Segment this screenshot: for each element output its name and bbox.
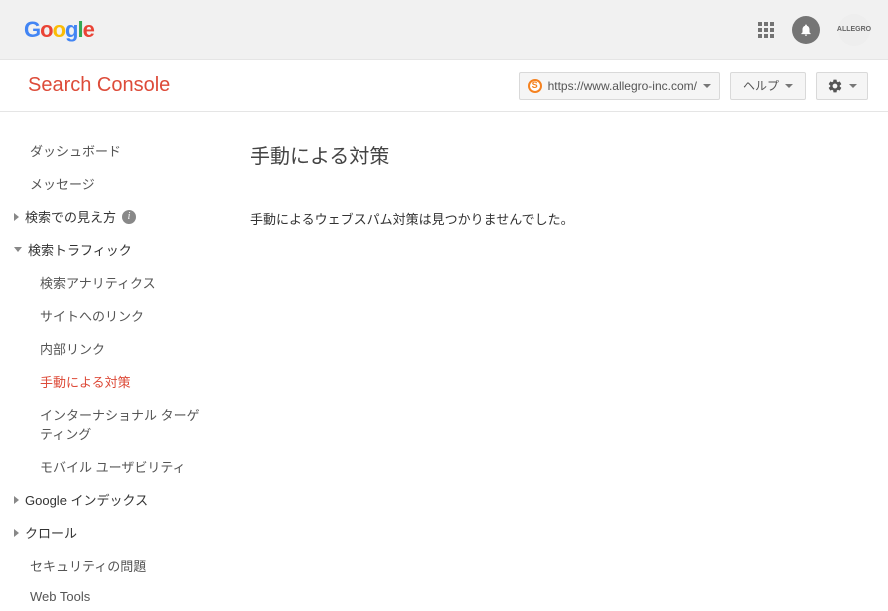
page-message: 手動によるウェブスパム対策は見つかりませんでした。 (250, 209, 858, 228)
chevron-right-icon (14, 529, 19, 537)
gear-icon (827, 78, 843, 94)
sidebar-item-web-tools[interactable]: Web Tools (0, 582, 220, 611)
chevron-right-icon (14, 213, 19, 221)
site-selector[interactable]: S https://www.allegro-inc.com/ (519, 72, 720, 100)
sidebar-item-links-to-site[interactable]: サイトへのリンク (0, 299, 220, 332)
sidebar: ダッシュボード メッセージ 検索での見え方 i 検索トラフィック 検索アナリティ… (0, 112, 220, 611)
sidebar-item-messages[interactable]: メッセージ (0, 167, 220, 200)
chevron-down-icon (785, 84, 793, 88)
sidebar-item-manual-actions[interactable]: 手動による対策 (0, 365, 220, 398)
sidebar-item-dashboard[interactable]: ダッシュボード (0, 134, 220, 167)
site-favicon-icon: S (528, 79, 542, 93)
sidebar-item-internal-links[interactable]: 内部リンク (0, 332, 220, 365)
sidebar-item-intl-targeting[interactable]: インターナショナル ターゲティング (0, 398, 220, 450)
google-logo[interactable]: Google (24, 17, 94, 43)
chevron-down-icon (849, 84, 857, 88)
avatar[interactable]: ALLEGRO (838, 14, 870, 46)
sidebar-group-label: クロール (25, 523, 77, 542)
content: 手動による対策 手動によるウェブスパム対策は見つかりませんでした。 (220, 112, 888, 611)
top-header: Google ALLEGRO (0, 0, 888, 60)
product-name: Search Console (28, 74, 170, 97)
help-label: ヘルプ (743, 77, 779, 94)
sidebar-item-analytics[interactable]: 検索アナリティクス (0, 266, 220, 299)
sidebar-group-google-index[interactable]: Google インデックス (0, 483, 220, 516)
chevron-down-icon (14, 247, 22, 252)
sub-header: Search Console S https://www.allegro-inc… (0, 60, 888, 112)
chevron-down-icon (703, 84, 711, 88)
apps-icon[interactable] (758, 22, 774, 38)
chevron-right-icon (14, 496, 19, 504)
sidebar-group-crawl[interactable]: クロール (0, 516, 220, 549)
page-title: 手動による対策 (250, 140, 858, 169)
settings-button[interactable] (816, 72, 868, 100)
sidebar-item-security[interactable]: セキュリティの問題 (0, 549, 220, 582)
sidebar-group-label: Google インデックス (25, 490, 148, 509)
site-url: https://www.allegro-inc.com/ (548, 79, 697, 93)
sidebar-group-traffic[interactable]: 検索トラフィック (0, 233, 220, 266)
sidebar-item-mobile-usability[interactable]: モバイル ユーザビリティ (0, 450, 220, 483)
sidebar-group-appearance[interactable]: 検索での見え方 i (0, 200, 220, 233)
sidebar-group-label: 検索での見え方 (25, 207, 116, 226)
sidebar-group-label: 検索トラフィック (28, 240, 132, 259)
info-icon: i (122, 210, 136, 224)
help-button[interactable]: ヘルプ (730, 72, 806, 100)
notifications-icon[interactable] (792, 16, 820, 44)
